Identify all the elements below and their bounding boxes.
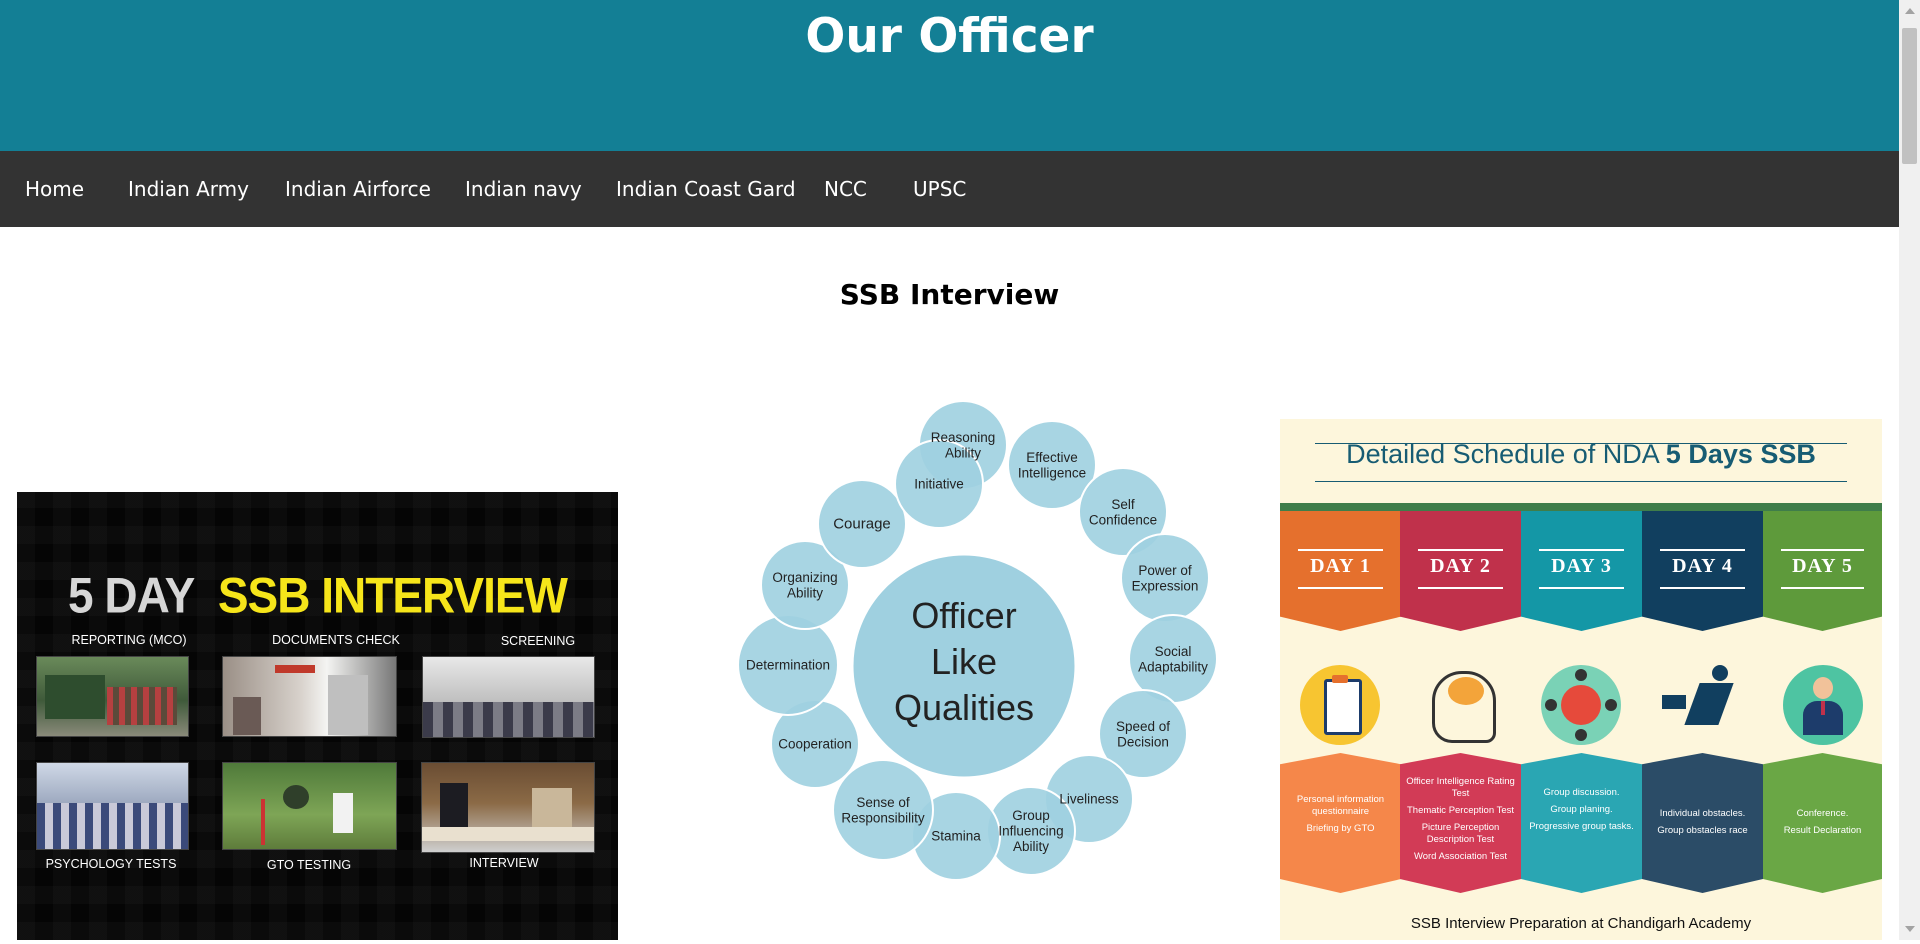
schedule-activity-line: Result Declaration bbox=[1783, 825, 1862, 836]
schedule-activity-line: Group obstacles race bbox=[1657, 825, 1748, 836]
label-screening: SCREENING bbox=[500, 634, 576, 648]
schedule-day-label: DAY 3 bbox=[1551, 555, 1612, 577]
olq-quality-label: Liveliness bbox=[1059, 792, 1119, 807]
photo-psychology-tests bbox=[36, 762, 189, 850]
schedule-activity-line: Group discussion. bbox=[1543, 787, 1620, 798]
label-reporting: REPORTING (MCO) bbox=[71, 633, 187, 647]
schedule-activity-line: Picture Perception Description Test bbox=[1421, 822, 1500, 845]
photo-interview bbox=[421, 762, 595, 853]
label-interview: INTERVIEW bbox=[469, 856, 539, 870]
schedule-day-activities: Individual obstacles. Group obstacles rac… bbox=[1646, 808, 1759, 842]
scroll-down-icon[interactable] bbox=[1905, 926, 1915, 932]
photo-gto-testing bbox=[222, 762, 397, 850]
schedule-activity-line: Group planing. bbox=[1550, 804, 1613, 815]
page-scrollbar[interactable] bbox=[1899, 0, 1920, 940]
schedule-day-label: DAY 4 bbox=[1672, 555, 1733, 577]
photo-documents-check bbox=[222, 656, 397, 737]
schedule-footer: SSB Interview Preparation at Chandigarh … bbox=[1410, 915, 1752, 932]
scrollbar-thumb[interactable] bbox=[1902, 28, 1917, 164]
schedule-activity-line: Personal information questionnaire bbox=[1296, 794, 1385, 817]
nav-home[interactable]: Home bbox=[25, 151, 84, 227]
nav-indian-navy[interactable]: Indian navy bbox=[465, 151, 582, 227]
nav-ncc[interactable]: NCC bbox=[824, 151, 867, 227]
schedule-activity-line: Officer Intelligence Rating Test bbox=[1406, 776, 1515, 799]
brain-icon bbox=[1420, 665, 1500, 745]
schedule-day-activities: Officer Intelligence Rating Test Thematic… bbox=[1404, 776, 1517, 868]
olq-quality-label: Cooperation bbox=[778, 737, 852, 752]
olq-center-line1: Officer bbox=[911, 595, 1016, 636]
olq-quality-label: Speed of Decision bbox=[1116, 719, 1170, 750]
schedule-activity-line: Thematic Perception Test bbox=[1406, 805, 1514, 816]
schedule-title: Detailed Schedule of NDA 5 Days SSB bbox=[1346, 439, 1816, 469]
clipboard-icon bbox=[1300, 665, 1380, 745]
schedule-activity-line: Conference. bbox=[1796, 808, 1849, 819]
label-documents-check: DOCUMENTS CHECK bbox=[272, 633, 400, 647]
schedule-day-column: DAY 5 Conference. Result Declaration bbox=[1763, 503, 1882, 893]
label-psychology-tests: PSYCHOLOGY TESTS bbox=[45, 857, 177, 871]
olq-quality-label: Courage bbox=[833, 516, 891, 533]
schedule-day-column: DAY 4 Individual obstacles. Group obstacle… bbox=[1642, 503, 1763, 893]
olq-quality-label: Stamina bbox=[931, 829, 981, 844]
ssb-image-title: 5 DAY SSB INTERVIEW bbox=[68, 566, 568, 624]
photo-screening bbox=[422, 656, 595, 738]
site-title: Our Officer bbox=[805, 9, 1094, 64]
schedule-day-column: DAY 3 Group discussion. Group planing. Prog… bbox=[1521, 503, 1642, 893]
label-gto-testing: GTO TESTING bbox=[266, 858, 352, 872]
section-title: SSB Interview bbox=[839, 278, 1060, 311]
schedule-day-label: DAY 2 bbox=[1430, 555, 1491, 577]
ssb-5-day-image: 5 DAY SSB INTERVIEW REPORTING (MCO) DOCU… bbox=[17, 492, 618, 940]
schedule-activity-line: Word Association Test bbox=[1413, 851, 1508, 862]
schedule-day-label: DAY 1 bbox=[1310, 555, 1371, 577]
scroll-up-icon[interactable] bbox=[1905, 8, 1915, 14]
schedule-day-column: DAY 2 Officer Intelligence Rating Test The… bbox=[1400, 503, 1521, 893]
nav-indian-coast-gard[interactable]: Indian Coast Gard bbox=[616, 151, 796, 227]
olq-center-line2: Like bbox=[931, 641, 997, 682]
schedule-day-activities: Personal information questionnaire Briefi… bbox=[1284, 794, 1397, 840]
schedule-day-label: DAY 5 bbox=[1792, 555, 1853, 577]
obstacle-runner-icon bbox=[1662, 665, 1742, 745]
main-nav: Home Indian Army Indian Airforce Indian … bbox=[0, 151, 1899, 227]
photo-reporting bbox=[36, 656, 189, 737]
schedule-activity-line: Progressive group tasks. bbox=[1529, 821, 1634, 832]
nav-upsc[interactable]: UPSC bbox=[913, 151, 966, 227]
group-discussion-icon bbox=[1541, 665, 1621, 745]
schedule-activity-line: Individual obstacles. bbox=[1659, 808, 1746, 819]
site-header: Our Officer bbox=[0, 0, 1899, 151]
conference-speaker-icon bbox=[1783, 665, 1863, 745]
schedule-activity-line: Briefing by GTO bbox=[1306, 823, 1375, 834]
olq-center-line3: Qualities bbox=[894, 687, 1034, 728]
olq-diagram: Officer Like Qualities Reasoning Ability E… bbox=[675, 385, 1250, 940]
olq-quality-label: Determination bbox=[746, 658, 830, 673]
schedule-day-activities: Conference. Result Declaration bbox=[1767, 808, 1878, 842]
olq-quality-label: Effective Intelligence bbox=[1018, 450, 1086, 481]
olq-quality-label: Power of Expression bbox=[1132, 563, 1199, 594]
nda-schedule-image: Detailed Schedule of NDA 5 Days SSB DAY … bbox=[1280, 419, 1882, 940]
nav-indian-army[interactable]: Indian Army bbox=[128, 151, 249, 227]
nav-indian-airforce[interactable]: Indian Airforce bbox=[285, 151, 431, 227]
olq-quality-label: Initiative bbox=[914, 477, 964, 492]
schedule-day-activities: Group discussion. Group planing. Progressi… bbox=[1525, 787, 1638, 838]
schedule-day-column: DAY 1 Personal information questionnaire B… bbox=[1280, 503, 1401, 893]
